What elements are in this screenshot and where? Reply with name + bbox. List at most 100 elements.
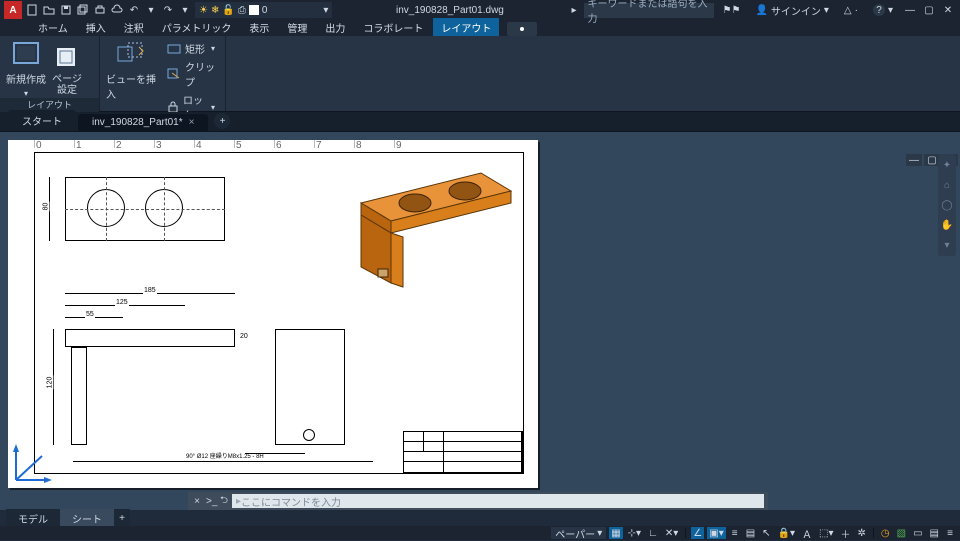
signin-label: サインイン: [771, 3, 821, 18]
ortho-front-top: [65, 329, 235, 347]
dim-20: 20: [239, 333, 249, 340]
polar-icon[interactable]: ✕▾: [663, 527, 680, 539]
qp-icon[interactable]: 🔒▾: [776, 527, 797, 539]
search-input[interactable]: キーワードまたは語句を入力: [584, 3, 714, 18]
ortho-side-view: [275, 329, 345, 445]
ribbon-tab-insert[interactable]: 挿入: [78, 18, 114, 36]
wire-icon[interactable]: ▾: [940, 238, 954, 252]
ribbon-tab-parametric[interactable]: パラメトリック: [154, 18, 240, 36]
help-caret-icon: ▾: [888, 5, 893, 16]
layer-color-swatch: [249, 5, 259, 15]
app-logo[interactable]: A: [4, 1, 22, 19]
cmd-close-icon[interactable]: ×: [192, 496, 202, 507]
command-input[interactable]: ▸ ここにコマンドを入力: [232, 494, 764, 508]
hand-icon[interactable]: ✋: [940, 218, 954, 232]
gear-icon[interactable]: ✲: [856, 527, 868, 539]
qat-redo-icon[interactable]: ↷: [161, 3, 175, 17]
command-line[interactable]: × >_ ⮌ ▸ ここにコマンドを入力: [188, 492, 768, 510]
signin-button[interactable]: 👤 サインイン ▾: [749, 3, 834, 18]
share-icon: ⚑⚑: [723, 5, 741, 16]
grid-icon[interactable]: ▦: [609, 527, 622, 539]
signin-caret-icon: ▾: [824, 5, 829, 16]
dim-185: 185: [143, 287, 157, 294]
dim-80: 80: [42, 202, 49, 212]
qat-drop2-icon[interactable]: ▾: [178, 3, 192, 17]
infocast-button[interactable]: [507, 22, 537, 36]
rect-viewport-button[interactable]: 矩形▾: [163, 40, 219, 57]
ucs-icon: [12, 442, 54, 484]
otrack-icon[interactable]: ▣▾: [707, 527, 725, 539]
nav-bar: ✦ ⌂ ◯ ✋ ▾: [938, 154, 956, 256]
rect-icon: [167, 42, 181, 56]
orbit-icon[interactable]: ◯: [940, 198, 954, 212]
window-restore-button[interactable]: ▢: [921, 4, 937, 16]
qat-drop1-icon[interactable]: ▾: [144, 3, 158, 17]
window-close-button[interactable]: ✕: [940, 4, 956, 16]
cmd-recent-icon[interactable]: ⮌: [220, 493, 228, 510]
window-minimize-button[interactable]: ―: [902, 4, 918, 16]
select-icon[interactable]: ↖: [760, 527, 772, 539]
lock2-icon: 🔓: [222, 5, 234, 16]
ruler: 0123456789: [34, 140, 538, 148]
panel-layout: 新規作成▾ ページ 設定 レイアウト: [0, 36, 100, 111]
home-icon[interactable]: ⌂: [940, 178, 954, 192]
insert-view-button[interactable]: ビューを挿入: [106, 40, 157, 101]
help-button[interactable]: ? ▾: [867, 4, 899, 16]
panel-viewport: ビューを挿入 矩形▾ クリップ ロック▾ レイアウト ビューポート: [100, 36, 226, 111]
iso-view: [331, 163, 521, 293]
add-icon[interactable]: ＋: [839, 527, 853, 539]
ribbon-tab-output[interactable]: 出力: [317, 18, 353, 36]
lwt-icon[interactable]: ≡: [729, 527, 741, 539]
file-tab-close-icon[interactable]: ×: [189, 117, 195, 128]
ann2-icon[interactable]: ⬚▾: [817, 527, 835, 539]
ribbon-tab-manage[interactable]: 管理: [279, 18, 315, 36]
custom-icon[interactable]: ≡: [944, 527, 956, 539]
qat-plot-icon[interactable]: [93, 3, 107, 17]
qat-saveall-icon[interactable]: [76, 3, 90, 17]
qat-open-icon[interactable]: [42, 3, 56, 17]
space-toggle[interactable]: ペーパー▾: [551, 527, 606, 539]
drawing-area[interactable]: ― ▢ ✕ 0123456789 80 185 125 55 20: [0, 132, 960, 510]
ribbon-tab-collaborate[interactable]: コラボレート: [355, 18, 431, 36]
qat-new-icon[interactable]: [25, 3, 39, 17]
ortho-icon[interactable]: ∟: [646, 527, 660, 539]
ribbon-tab-layout[interactable]: レイアウト: [433, 18, 499, 36]
clean-icon[interactable]: ▭: [911, 527, 924, 539]
title-bar: A ↶ ▾ ↷ ▾ ☀ ❄ 🔓 ⎙ 0 ▾ inv_190828_Part01.…: [0, 0, 960, 20]
clip-button[interactable]: クリップ: [163, 58, 219, 90]
ann-icon[interactable]: Ａ: [800, 527, 814, 539]
monitor-icon[interactable]: ▧: [895, 527, 908, 539]
page-setup-button[interactable]: ページ 設定: [52, 43, 82, 96]
page-setup-icon: [52, 43, 82, 71]
dim-55: 55: [85, 311, 95, 318]
qat-undo-icon[interactable]: ↶: [127, 3, 141, 17]
insert-view-icon: [116, 40, 146, 68]
compass-icon[interactable]: ✦: [940, 158, 954, 172]
new-layout-button[interactable]: 新規作成▾: [6, 40, 46, 98]
dw-min-button[interactable]: ―: [906, 154, 922, 166]
snap-icon[interactable]: ⊹▾: [626, 527, 643, 539]
autodesk-app-button[interactable]: △·: [838, 5, 864, 16]
ribbon-tab-home[interactable]: ホーム: [30, 18, 76, 36]
ribbon-tab-view[interactable]: 表示: [241, 18, 277, 36]
clip-icon: [167, 67, 181, 81]
ribbon-tab-annotate[interactable]: 注釈: [116, 18, 152, 36]
share-button[interactable]: ⚑⚑: [717, 5, 747, 16]
full-icon[interactable]: ▤: [928, 527, 941, 539]
layer-name: 0: [262, 5, 268, 16]
file-tab-add-button[interactable]: +: [214, 113, 230, 129]
file-tab-start[interactable]: スタート: [8, 110, 76, 131]
transp-icon[interactable]: ▤: [744, 527, 757, 539]
ortho-front-leg: [71, 347, 87, 445]
layer-dropdown[interactable]: ☀ ❄ 🔓 ⎙ 0 ▾: [195, 2, 332, 18]
osnap-icon[interactable]: ∠: [691, 527, 704, 539]
qat-cloud-icon[interactable]: [110, 3, 124, 17]
search-caret-icon[interactable]: ▸: [567, 5, 580, 16]
qat-save-icon[interactable]: [59, 3, 73, 17]
cmd-prompt-icon: >_: [206, 496, 216, 507]
iso-icon[interactable]: ◷: [879, 527, 892, 539]
status-bar: ペーパー▾ ▦ ⊹▾ ∟ ✕▾ ∠ ▣▾ ≡ ▤ ↖ 🔒▾ Ａ ⬚▾ ＋ ✲ ◷…: [0, 526, 960, 540]
person-icon: 👤: [755, 5, 767, 16]
file-tab-drawing[interactable]: inv_190828_Part01*×: [78, 114, 208, 131]
bottom-area: モデル シート + ペーパー▾ ▦ ⊹▾ ∟ ✕▾ ∠ ▣▾ ≡ ▤ ↖ 🔒▾ …: [0, 510, 960, 540]
